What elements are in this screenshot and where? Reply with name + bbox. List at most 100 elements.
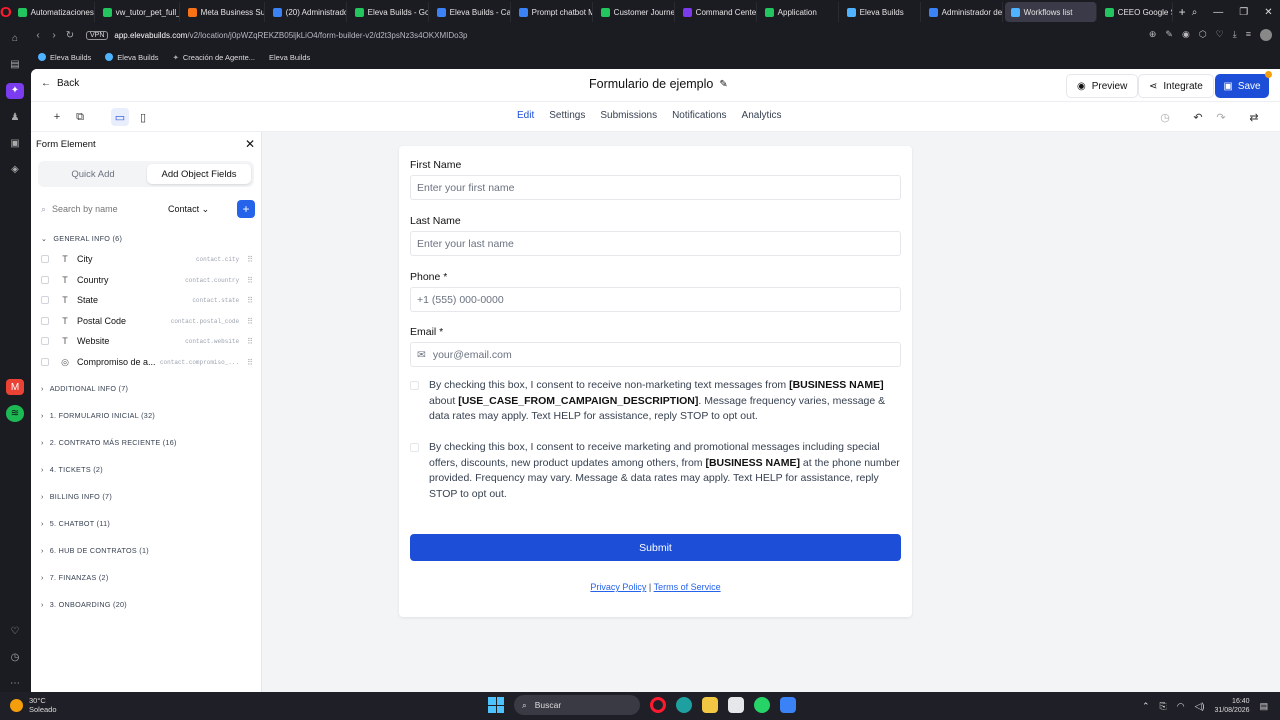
vpn-badge[interactable]: VPN xyxy=(86,30,109,40)
bookmark-item[interactable]: Eleva Builds xyxy=(269,53,310,62)
restore-icon[interactable]: ❐ xyxy=(1239,7,1248,18)
submit-button[interactable]: Submit xyxy=(410,534,901,561)
opera-logo-icon[interactable]: O xyxy=(0,0,12,24)
browser-tab[interactable]: vw_tutor_pet_full_c xyxy=(97,2,180,22)
field-checkbox[interactable] xyxy=(41,358,49,366)
browser-tab[interactable]: Eleva Builds - Cale xyxy=(431,2,511,22)
tab-quick-add[interactable]: Quick Add xyxy=(41,164,145,184)
zoom-icon[interactable]: ⊕ xyxy=(1149,29,1157,41)
download-icon[interactable]: ⤓ xyxy=(1233,29,1237,41)
notification-icon[interactable]: ▤ xyxy=(1260,701,1269,712)
close-icon[interactable]: ✕ xyxy=(245,137,255,151)
last-name-field[interactable]: Enter your last name xyxy=(410,231,901,256)
browser-tab[interactable]: (20) Administrado xyxy=(267,2,347,22)
browser-tab[interactable]: Eleva Builds - Goo xyxy=(349,2,429,22)
tab-analytics[interactable]: Analytics xyxy=(742,110,782,121)
shield-icon[interactable]: ◈ xyxy=(6,162,24,178)
group-contrato[interactable]: › 2. CONTRATO MÁS RECIENTE (16) xyxy=(41,438,177,447)
language-icon[interactable]: ⎘ xyxy=(1160,701,1167,712)
mobile-view-icon[interactable]: ▯ xyxy=(134,108,152,126)
drag-handle-icon[interactable]: ⠿ xyxy=(247,255,253,264)
field-row-compromiso[interactable]: ◎ Compromiso de a... contact.compromiso_… xyxy=(41,353,253,371)
object-select[interactable]: Contact ⌄ xyxy=(168,204,209,215)
volume-icon[interactable]: ◁) xyxy=(1195,701,1205,712)
field-checkbox[interactable] xyxy=(41,337,49,345)
gmail-icon[interactable]: M xyxy=(6,379,24,396)
field-checkbox[interactable] xyxy=(41,276,49,284)
drag-handle-icon[interactable]: ⠿ xyxy=(247,358,253,367)
field-row-state[interactable]: T State contact.state ⠿ xyxy=(41,291,253,309)
player-icon[interactable]: ♟ xyxy=(6,109,24,125)
aria-icon[interactable]: ✦ xyxy=(6,82,24,99)
undo-icon[interactable]: ↶ xyxy=(1189,108,1207,126)
browser-tab[interactable]: Prompt chatbot M xyxy=(513,2,593,22)
field-checkbox[interactable] xyxy=(41,296,49,304)
save-button[interactable]: ▣ Save xyxy=(1215,74,1269,98)
email-field[interactable]: ✉ your@email.com xyxy=(410,342,901,367)
field-checkbox[interactable] xyxy=(41,317,49,325)
back-button[interactable]: ← Back xyxy=(41,78,79,89)
group-formulario-inicial[interactable]: › 1. FORMULARIO INICIAL (32) xyxy=(41,411,155,420)
history-icon[interactable]: ◷ xyxy=(6,649,24,665)
weather-widget[interactable]: 30°C Soleado xyxy=(10,696,57,714)
tab-settings[interactable]: Settings xyxy=(549,110,585,121)
bookmarks-icon[interactable]: ▤ xyxy=(6,56,24,72)
bookmark-item[interactable]: ✦ Creación de Agente... xyxy=(173,53,255,62)
redo-icon[interactable]: ↷ xyxy=(1212,108,1230,126)
tab-notifications[interactable]: Notifications xyxy=(672,110,726,121)
phone-field[interactable]: +1 (555) 000-0000 xyxy=(410,287,901,312)
whatsapp-icon[interactable] xyxy=(754,697,770,713)
opera-taskbar-icon[interactable] xyxy=(650,697,666,713)
first-name-field[interactable]: Enter your first name xyxy=(410,175,901,200)
spotify-icon[interactable]: ≋ xyxy=(6,405,24,422)
home-icon[interactable]: ⌂ xyxy=(6,30,24,46)
menu-icon[interactable]: ≡ xyxy=(1246,29,1251,41)
browser-tab[interactable]: Command Center xyxy=(677,2,757,22)
layers-icon[interactable]: ⧉ xyxy=(71,108,89,126)
windows-start-icon[interactable] xyxy=(488,697,504,713)
wifi-icon[interactable]: ◠ xyxy=(1177,701,1185,712)
drag-handle-icon[interactable]: ⠿ xyxy=(247,296,253,305)
field-checkbox[interactable] xyxy=(41,255,49,263)
url-field[interactable]: app.elevabuilds.com/v2/location/j0pWZqRE… xyxy=(114,31,467,40)
forward-nav-icon[interactable]: › xyxy=(46,30,62,41)
edit-icon[interactable]: ✎ xyxy=(1165,29,1173,41)
tab-edit[interactable]: Edit xyxy=(517,110,534,121)
bookmark-item[interactable]: Eleva Builds xyxy=(105,53,159,62)
drag-handle-icon[interactable]: ⠿ xyxy=(247,276,253,285)
terms-link[interactable]: Terms of Service xyxy=(654,582,721,592)
browser-tab[interactable]: CEEO Google Shee xyxy=(1099,2,1173,22)
page-title[interactable]: Formulario de ejemplo ✎ xyxy=(589,77,728,91)
settings-sliders-icon[interactable]: ⇄ xyxy=(1245,108,1263,126)
store-icon[interactable] xyxy=(728,697,744,713)
group-tickets[interactable]: › 4. TICKETS (2) xyxy=(41,465,103,474)
more-icon[interactable]: ⋯ xyxy=(6,676,24,692)
group-chatbot[interactable]: › 5. CHATBOT (11) xyxy=(41,519,110,528)
pencil-icon[interactable]: ✎ xyxy=(719,79,727,90)
close-window-icon[interactable]: ✕ xyxy=(1264,7,1272,18)
group-finanzas[interactable]: › 7. FINANZAS (2) xyxy=(41,573,109,582)
search-input[interactable] xyxy=(52,204,163,214)
preview-button[interactable]: ◉ Preview xyxy=(1066,74,1139,98)
group-additional-info[interactable]: › ADDITIONAL INFO (7) xyxy=(41,384,128,393)
browser-tab[interactable]: Customer Journey xyxy=(595,2,675,22)
field-row-website[interactable]: T Website contact.website ⠿ xyxy=(41,332,253,350)
consent-checkbox[interactable] xyxy=(410,381,419,390)
chevron-up-icon[interactable]: ⌃ xyxy=(1142,701,1150,712)
camera-icon[interactable]: ◉ xyxy=(1182,29,1190,41)
browser-tab[interactable]: Automatizaciones xyxy=(12,2,95,22)
group-billing-info[interactable]: › BILLING INFO (7) xyxy=(41,492,112,501)
file-explorer-icon[interactable] xyxy=(702,697,718,713)
drag-handle-icon[interactable]: ⠿ xyxy=(247,317,253,326)
minimize-icon[interactable]: — xyxy=(1213,7,1223,18)
drag-handle-icon[interactable]: ⠿ xyxy=(247,337,253,346)
browser-tab[interactable]: Application xyxy=(759,2,839,22)
wallet-icon[interactable]: ▣ xyxy=(6,135,24,151)
bookmark-item[interactable]: Eleva Builds xyxy=(38,53,91,62)
add-field-button[interactable]: + xyxy=(237,200,255,218)
group-hub-contratos[interactable]: › 6. HUB DE CONTRATOS (1) xyxy=(41,546,149,555)
group-onboarding[interactable]: › 3. ONBOARDING (20) xyxy=(41,600,127,609)
edge-icon[interactable] xyxy=(676,697,692,713)
tab-add-object-fields[interactable]: Add Object Fields xyxy=(147,164,251,184)
browser-tab[interactable]: Workflows list xyxy=(1004,2,1097,22)
